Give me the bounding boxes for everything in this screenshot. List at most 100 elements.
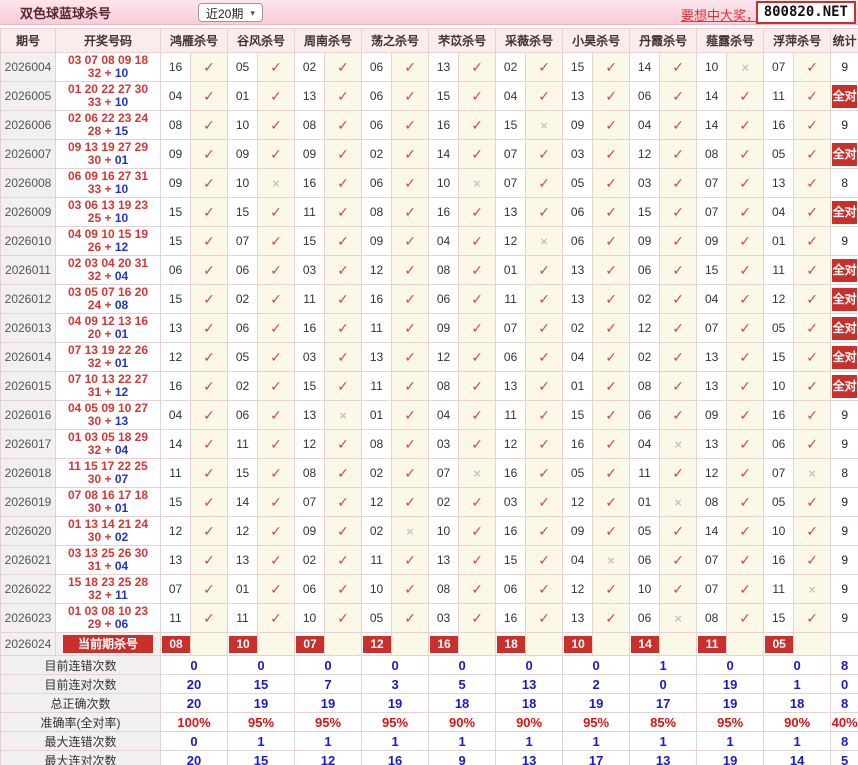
check-icon: ✓ bbox=[459, 256, 496, 285]
draw-numbers: 04 09 12 13 1620 + 01 bbox=[56, 314, 161, 343]
summary-label: 总正确次数 bbox=[1, 694, 161, 713]
table-row: 202601004 09 10 15 1926 + 1215✓07✓15✓09✓… bbox=[1, 227, 858, 256]
kill-number: 07 bbox=[697, 314, 727, 343]
check-icon: ✓ bbox=[325, 140, 362, 169]
blue-ball: 12 bbox=[115, 385, 128, 399]
row-stat: 9 bbox=[831, 575, 858, 604]
summary-value: 19 bbox=[697, 751, 764, 765]
kill-number: 03 bbox=[630, 169, 660, 198]
check-icon: ✓ bbox=[325, 459, 362, 488]
kill-number: 01 bbox=[228, 575, 258, 604]
current-empty-cell bbox=[660, 633, 697, 656]
kill-number: 15 bbox=[161, 227, 191, 256]
summary-value: 0 bbox=[563, 656, 630, 675]
kill-number: 07 bbox=[429, 459, 459, 488]
kill-number: 11 bbox=[764, 575, 794, 604]
kill-number: 13 bbox=[429, 53, 459, 82]
blue-ball: 10 bbox=[115, 211, 128, 225]
kill-number: 03 bbox=[295, 343, 325, 372]
check-icon: ✓ bbox=[727, 227, 764, 256]
col-expert-6: 小昊杀号 bbox=[563, 29, 630, 53]
check-icon: ✓ bbox=[258, 488, 295, 517]
check-icon: ✓ bbox=[727, 314, 764, 343]
kill-number: 04 bbox=[429, 401, 459, 430]
check-icon: ✓ bbox=[727, 285, 764, 314]
draw-numbers: 01 03 05 18 2932 + 04 bbox=[56, 430, 161, 459]
kill-number: 15 bbox=[429, 82, 459, 111]
row-stat: 全对 bbox=[831, 256, 858, 285]
summary-label: 最大连对次数 bbox=[1, 751, 161, 765]
check-icon: ✓ bbox=[727, 82, 764, 111]
kill-number: 13 bbox=[362, 343, 392, 372]
table-row: 202602103 13 25 26 3031 + 0413✓13✓02✓11✓… bbox=[1, 546, 858, 575]
check-icon: ✓ bbox=[593, 517, 630, 546]
check-icon: ✓ bbox=[258, 285, 295, 314]
kill-number: 07 bbox=[295, 488, 325, 517]
current-kill-badge: 14 bbox=[631, 636, 659, 653]
kill-number: 04 bbox=[496, 82, 526, 111]
check-icon: ✓ bbox=[660, 227, 697, 256]
draw-numbers: 15 18 23 25 2832 + 11 bbox=[56, 575, 161, 604]
blue-ball: 06 bbox=[115, 617, 128, 631]
cross-icon: × bbox=[526, 111, 563, 140]
summary-value: 15 bbox=[228, 675, 295, 694]
table-row: 202600806 09 16 27 3133 + 1009✓10×16✓06✓… bbox=[1, 169, 858, 198]
kill-number: 15 bbox=[764, 343, 794, 372]
current-kill-badge: 07 bbox=[296, 636, 324, 653]
check-icon: ✓ bbox=[325, 198, 362, 227]
summary-value: 0 bbox=[630, 675, 697, 694]
kill-number: 08 bbox=[697, 140, 727, 169]
summary-value: 1 bbox=[697, 732, 764, 751]
check-icon: ✓ bbox=[660, 575, 697, 604]
kill-number: 08 bbox=[295, 111, 325, 140]
check-icon: ✓ bbox=[392, 546, 429, 575]
summary-value: 1 bbox=[764, 675, 831, 694]
kill-number: 15 bbox=[161, 198, 191, 227]
check-icon: ✓ bbox=[526, 314, 563, 343]
kill-number: 15 bbox=[630, 198, 660, 227]
check-icon: ✓ bbox=[325, 111, 362, 140]
kill-number: 06 bbox=[496, 343, 526, 372]
check-icon: ✓ bbox=[325, 53, 362, 82]
check-icon: ✓ bbox=[794, 82, 831, 111]
check-icon: ✓ bbox=[459, 546, 496, 575]
summary-value: 13 bbox=[630, 751, 697, 765]
blue-ball: 08 bbox=[115, 298, 128, 312]
current-label-badge: 当前期杀号 bbox=[63, 635, 153, 653]
domain-link[interactable]: 800820.NET bbox=[756, 1, 856, 24]
current-label-cell: 当前期杀号 bbox=[56, 633, 161, 656]
cross-icon: × bbox=[727, 53, 764, 82]
period-cell: 2026021 bbox=[1, 546, 56, 575]
check-icon: ✓ bbox=[593, 82, 630, 111]
check-icon: ✓ bbox=[526, 575, 563, 604]
kill-number: 15 bbox=[228, 198, 258, 227]
check-icon: ✓ bbox=[325, 343, 362, 372]
kill-number: 13 bbox=[563, 256, 593, 285]
kill-number: 10 bbox=[429, 517, 459, 546]
kill-number: 09 bbox=[563, 111, 593, 140]
kill-number: 06 bbox=[630, 604, 660, 633]
check-icon: ✓ bbox=[191, 517, 228, 546]
kill-number: 05 bbox=[764, 488, 794, 517]
kill-number: 13 bbox=[563, 604, 593, 633]
summary-value: 20 bbox=[161, 694, 228, 713]
check-icon: ✓ bbox=[258, 82, 295, 111]
current-row: 2026024当前期杀号08100712161810141105 bbox=[1, 633, 858, 656]
check-icon: ✓ bbox=[258, 459, 295, 488]
check-icon: ✓ bbox=[325, 227, 362, 256]
summary-value: 0 bbox=[161, 656, 228, 675]
check-icon: ✓ bbox=[325, 82, 362, 111]
summary-row: 目前连错次数00000001008 bbox=[1, 656, 858, 675]
table-row: 202601102 03 04 20 3132 + 0406✓06✓03✓12✓… bbox=[1, 256, 858, 285]
kill-number: 13 bbox=[496, 372, 526, 401]
period-range-select[interactable]: 近20期 ▾ bbox=[198, 3, 263, 22]
blue-ball: 10 bbox=[115, 66, 128, 80]
kill-number: 06 bbox=[161, 256, 191, 285]
summary-label: 目前连错次数 bbox=[1, 656, 161, 675]
kill-number: 12 bbox=[161, 343, 191, 372]
summary-value: 1 bbox=[228, 732, 295, 751]
check-icon: ✓ bbox=[660, 314, 697, 343]
kill-number: 15 bbox=[496, 546, 526, 575]
draw-numbers: 06 09 16 27 3133 + 10 bbox=[56, 169, 161, 198]
kill-number: 09 bbox=[429, 314, 459, 343]
